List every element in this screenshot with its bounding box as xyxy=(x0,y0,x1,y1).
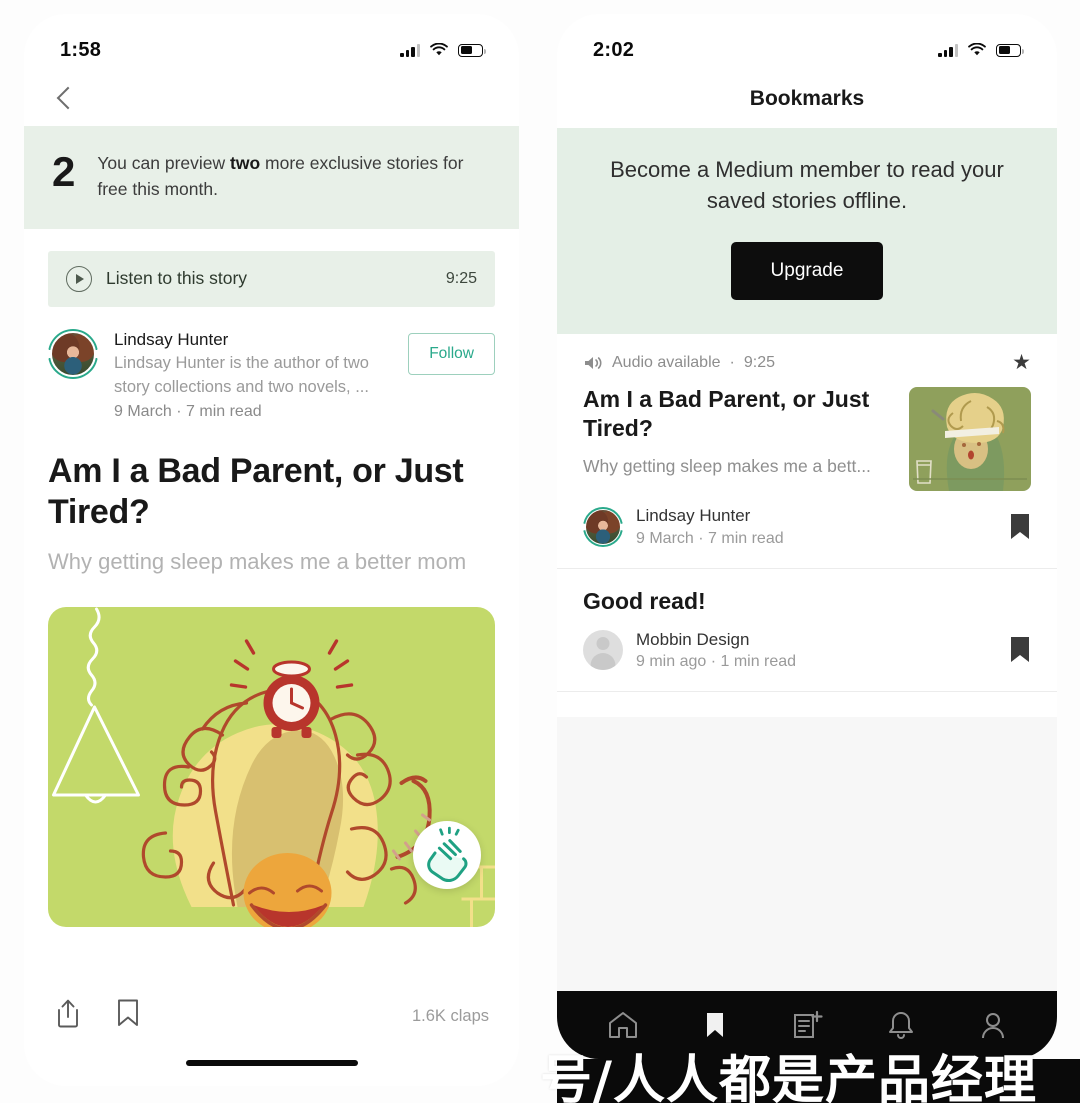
wifi-icon xyxy=(430,43,448,56)
bookmark-author-block: Lindsay Hunter 9 March · 7 min read xyxy=(636,505,784,547)
avatar-photo xyxy=(585,508,621,545)
speaker-icon xyxy=(585,356,602,369)
author-meta: Lindsay Hunter Lindsay Hunter is the aut… xyxy=(114,329,392,422)
bookmark-subtitle: Why getting sleep makes me a bett... xyxy=(583,455,871,476)
bookmark-author-avatar[interactable] xyxy=(583,506,623,547)
meter-text-bold: two xyxy=(230,153,261,173)
meter-text: You can preview two more exclusive stori… xyxy=(97,150,477,203)
cellular-signal-icon xyxy=(400,43,420,57)
upgrade-button[interactable]: Upgrade xyxy=(730,242,884,301)
status-icons xyxy=(938,43,1024,57)
avatar-photo xyxy=(50,330,96,377)
meter-count: 2 xyxy=(52,148,76,195)
bookmark-thumbnail-art xyxy=(909,387,1031,492)
bookmark-icon[interactable] xyxy=(703,1010,727,1040)
bookmark-thumbnail xyxy=(909,387,1031,492)
star-icon[interactable]: ★ xyxy=(1012,352,1031,373)
bookmark-card[interactable]: Audio available · 9:25 ★ Am I a Bad Pare… xyxy=(557,334,1057,569)
bookmark-author-block: Mobbin Design 9 min ago · 1 min read xyxy=(636,629,796,671)
bookmark-filled-icon[interactable] xyxy=(1009,513,1031,541)
claps-count: 1.6K claps xyxy=(411,1007,489,1025)
phone-right-bookmarks-screen: 2:02 Bookmarks Become a Medium member to… xyxy=(557,14,1057,1059)
new-story-icon[interactable] xyxy=(791,1010,823,1040)
author-name[interactable]: Lindsay Hunter xyxy=(114,329,392,352)
listen-duration: 9:25 xyxy=(445,269,477,287)
bottom-tab-bar xyxy=(557,991,1057,1059)
wifi-icon xyxy=(968,43,986,56)
listen-label: Listen to this story xyxy=(106,268,248,288)
article-top-nav xyxy=(24,70,519,126)
status-time: 1:58 xyxy=(60,38,102,61)
chevron-left-icon[interactable] xyxy=(56,86,80,110)
bookmarks-empty-space xyxy=(557,717,1057,991)
bookmark-card[interactable]: Good read! Mobbin Design 9 min ago · 1 m… xyxy=(557,568,1057,693)
bookmark-title: Am I a Bad Parent, or Just Tired? xyxy=(583,386,870,442)
bookmark-footer: Lindsay Hunter 9 March · 7 min read xyxy=(583,505,1031,547)
screenshot-stage: 1:58 2 You can preview two more exclusiv… xyxy=(0,0,1080,1103)
bell-icon[interactable] xyxy=(887,1010,915,1040)
bookmark-meta: 9 March · 7 min read xyxy=(636,529,784,547)
listen-to-story-bar[interactable]: Listen to this story 9:25 xyxy=(48,250,495,307)
clap-icon xyxy=(427,827,468,883)
status-bar-right: 2:02 xyxy=(557,14,1057,70)
bookmark-filled-icon[interactable] xyxy=(1009,636,1031,664)
audio-available-row: Audio available · 9:25 ★ xyxy=(583,352,1031,373)
bookmark-author-name: Lindsay Hunter xyxy=(636,506,751,526)
status-time: 2:02 xyxy=(593,38,635,61)
metered-paywall-banner: 2 You can preview two more exclusive sto… xyxy=(24,126,519,229)
audio-duration: 9:25 xyxy=(743,353,775,371)
status-bar-left: 1:58 xyxy=(24,14,519,70)
audio-available-label: Audio available xyxy=(612,353,721,371)
phone-left-article-screen: 1:58 2 You can preview two more exclusiv… xyxy=(24,14,519,1086)
profile-icon[interactable] xyxy=(979,1010,1007,1040)
bookmark-icon[interactable] xyxy=(116,998,140,1028)
author-row: Lindsay Hunter Lindsay Hunter is the aut… xyxy=(24,307,519,422)
meter-text-before: You can preview xyxy=(97,153,230,173)
bookmarks-title-bar: Bookmarks xyxy=(557,70,1057,128)
bookmark-author-avatar[interactable] xyxy=(583,630,623,671)
article-action-bar: 1.6K claps xyxy=(24,980,519,1086)
bookmark-author-name: Mobbin Design xyxy=(636,630,750,650)
bookmark-meta: 9 min ago · 1 min read xyxy=(636,653,797,671)
status-icons xyxy=(400,43,486,57)
battery-icon xyxy=(458,43,486,57)
bookmark-main: Am I a Bad Parent, or Just Tired? Why ge… xyxy=(583,385,893,491)
watermark-backdrop xyxy=(557,1059,1080,1103)
article-title: Am I a Bad Parent, or Just Tired? xyxy=(48,452,464,532)
follow-button[interactable]: Follow xyxy=(408,332,495,375)
author-bio: Lindsay Hunter is the author of two stor… xyxy=(114,354,369,397)
hero-image-wrapper xyxy=(24,577,519,928)
page-title: Bookmarks xyxy=(749,87,865,110)
article-subtitle: Why getting sleep makes me a better mom xyxy=(48,548,467,574)
cellular-signal-icon xyxy=(938,43,958,57)
author-avatar[interactable] xyxy=(48,328,98,379)
hero-illustration[interactable] xyxy=(48,607,495,928)
bookmark-body: Am I a Bad Parent, or Just Tired? Why ge… xyxy=(583,385,1031,492)
bookmark-title: Good read! xyxy=(583,587,706,614)
audio-separator: · xyxy=(729,353,735,371)
home-icon[interactable] xyxy=(607,1010,639,1040)
home-indicator xyxy=(185,1060,358,1066)
play-circle-icon[interactable] xyxy=(66,265,92,292)
share-icon[interactable] xyxy=(54,998,82,1028)
author-date-read: 9 March · 7 min read xyxy=(114,403,262,421)
upgrade-banner: Become a Medium member to read your save… xyxy=(557,128,1057,335)
clap-button[interactable] xyxy=(413,821,481,890)
upgrade-text: Become a Medium member to read your save… xyxy=(610,157,1004,214)
battery-icon xyxy=(996,43,1024,57)
bookmark-footer: Mobbin Design 9 min ago · 1 min read xyxy=(583,629,1031,671)
